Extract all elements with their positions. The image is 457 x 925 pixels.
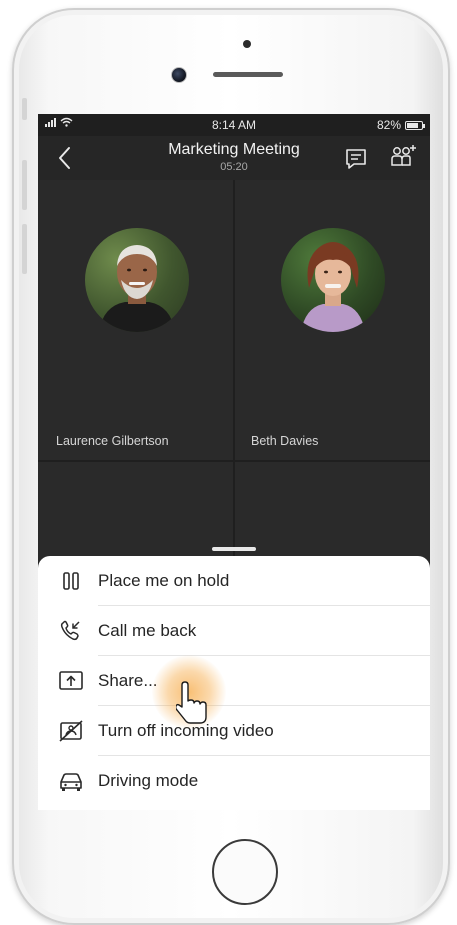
battery-status: 82% xyxy=(376,118,425,132)
battery-icon xyxy=(405,120,425,130)
sheet-drag-handle[interactable] xyxy=(212,547,256,551)
pointer-cursor-icon xyxy=(176,681,207,724)
car-icon xyxy=(60,773,82,791)
participant-name: Laurence Gilbertson xyxy=(56,434,169,448)
volume-up-button xyxy=(22,160,27,210)
status-bar: 8:14 AM 82% xyxy=(38,114,430,136)
chat-icon[interactable] xyxy=(344,147,368,171)
video-off-icon xyxy=(59,720,83,742)
front-camera xyxy=(171,67,187,83)
participant-name: Beth Davies xyxy=(251,434,319,448)
menu-item-label: Place me on hold xyxy=(98,571,230,590)
menu-item-label: Driving mode xyxy=(98,771,199,790)
call-timer: 05:20 xyxy=(220,161,248,173)
earpiece-speaker xyxy=(213,72,283,77)
participant-avatar xyxy=(85,228,189,332)
menu-item-label: Share... xyxy=(98,671,158,690)
menu-item-driving-mode[interactable]: Driving mode xyxy=(38,756,430,806)
meeting-title: Marketing Meeting xyxy=(168,141,300,158)
participant-tile-3 xyxy=(38,462,233,562)
menu-item-place-on-hold[interactable]: Place me on hold xyxy=(38,556,430,606)
home-button[interactable] xyxy=(212,839,278,905)
participant-tile-4 xyxy=(235,462,430,562)
call-screen: 8:14 AM 82% Marketing Meeting 05:20 Laur… xyxy=(38,114,430,810)
menu-item-share[interactable]: Share... xyxy=(38,656,430,706)
participant-tile-1[interactable]: Laurence Gilbertson xyxy=(38,180,233,460)
pause-icon xyxy=(63,572,79,590)
menu-item-call-me-back[interactable]: Call me back xyxy=(38,606,430,656)
add-people-icon[interactable] xyxy=(389,143,417,171)
mute-switch xyxy=(22,98,27,120)
call-options-sheet: Place me on hold Call me back Share... T… xyxy=(38,556,430,810)
callback-icon xyxy=(60,620,80,641)
call-header: Marketing Meeting 05:20 xyxy=(38,136,430,180)
status-time: 8:14 AM xyxy=(211,118,257,132)
share-icon xyxy=(59,671,83,690)
menu-item-label: Call me back xyxy=(98,621,197,640)
menu-item-turn-off-incoming-video[interactable]: Turn off incoming video xyxy=(38,706,430,756)
proximity-sensor xyxy=(243,40,251,48)
volume-down-button xyxy=(22,224,27,274)
battery-percent: 82% xyxy=(376,118,401,132)
participant-avatar xyxy=(281,228,385,332)
participant-tile-2[interactable]: Beth Davies xyxy=(235,180,430,460)
